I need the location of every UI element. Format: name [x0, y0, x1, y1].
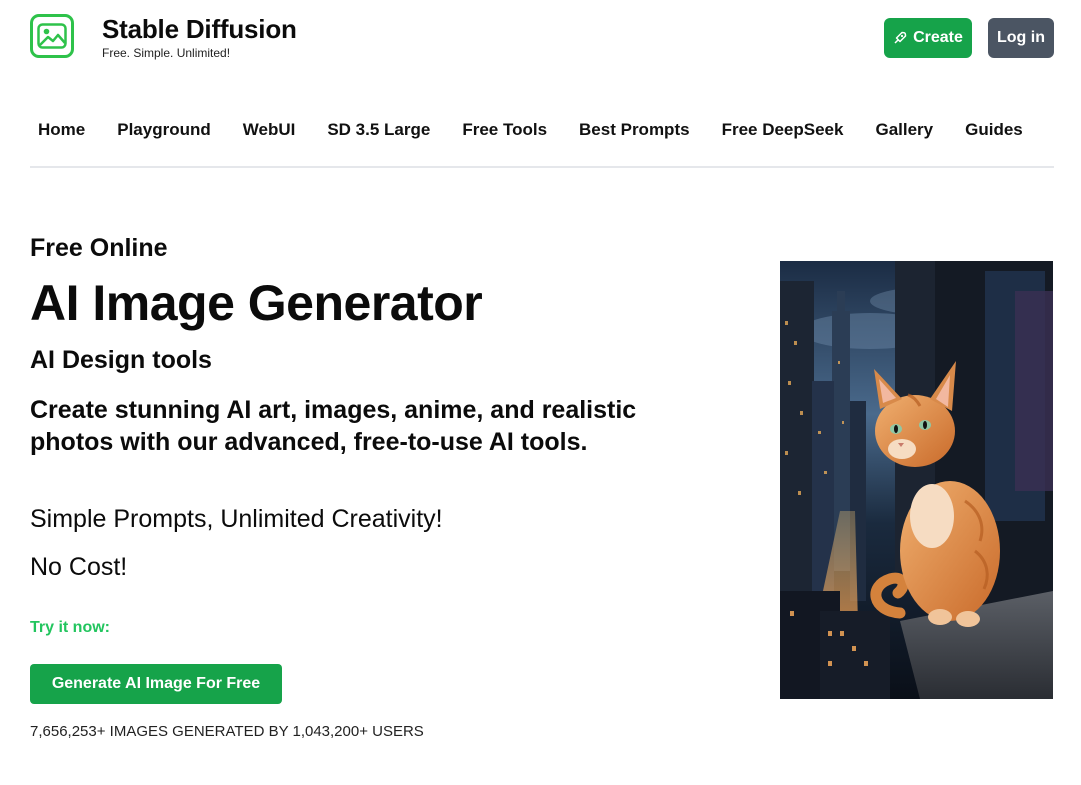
nav-item-gallery[interactable]: Gallery: [867, 120, 941, 140]
nav-item-sd-3-5-large[interactable]: SD 3.5 Large: [319, 120, 438, 140]
nav-divider: [30, 166, 1054, 168]
logo[interactable]: [30, 14, 74, 58]
hero-title: AI Image Generator: [30, 275, 483, 331]
nav-item-playground[interactable]: Playground: [109, 120, 219, 140]
generate-image-button[interactable]: Generate AI Image For Free: [30, 664, 282, 704]
hero-tagline-cost: No Cost!: [30, 553, 128, 581]
image-icon: [37, 23, 67, 49]
login-button-label: Log in: [997, 29, 1045, 46]
main-nav: Home Playground WebUI SD 3.5 Large Free …: [30, 110, 1054, 150]
nav-item-home[interactable]: Home: [30, 120, 93, 140]
create-button-label: Create: [913, 29, 963, 46]
nav-item-guides[interactable]: Guides: [957, 120, 1031, 140]
hero-tagline-creativity: Simple Prompts, Unlimited Creativity!: [30, 505, 443, 533]
rocket-icon: [894, 31, 907, 44]
brand-tagline: Free. Simple. Unlimited!: [102, 46, 231, 60]
generate-image-button-label: Generate AI Image For Free: [51, 675, 261, 692]
nav-item-free-deepseek[interactable]: Free DeepSeek: [714, 120, 852, 140]
hero-pre-title: Free Online: [30, 234, 168, 262]
nav-item-webui[interactable]: WebUI: [235, 120, 304, 140]
page: Stable Diffusion Free. Simple. Unlimited…: [0, 0, 1081, 785]
nav-item-best-prompts[interactable]: Best Prompts: [571, 120, 698, 140]
brand-title[interactable]: Stable Diffusion: [102, 14, 297, 45]
hero-cat-image: [780, 261, 1053, 699]
try-now-label: Try it now:: [30, 619, 110, 636]
usage-stats: 7,656,253+ IMAGES GENERATED BY 1,043,200…: [30, 723, 424, 740]
create-button[interactable]: Create: [884, 18, 972, 58]
hero-subtitle: AI Design tools: [30, 346, 212, 374]
login-button[interactable]: Log in: [988, 18, 1054, 58]
nav-item-free-tools[interactable]: Free Tools: [454, 120, 555, 140]
hero-description: Create stunning AI art, images, anime, a…: [30, 396, 637, 456]
